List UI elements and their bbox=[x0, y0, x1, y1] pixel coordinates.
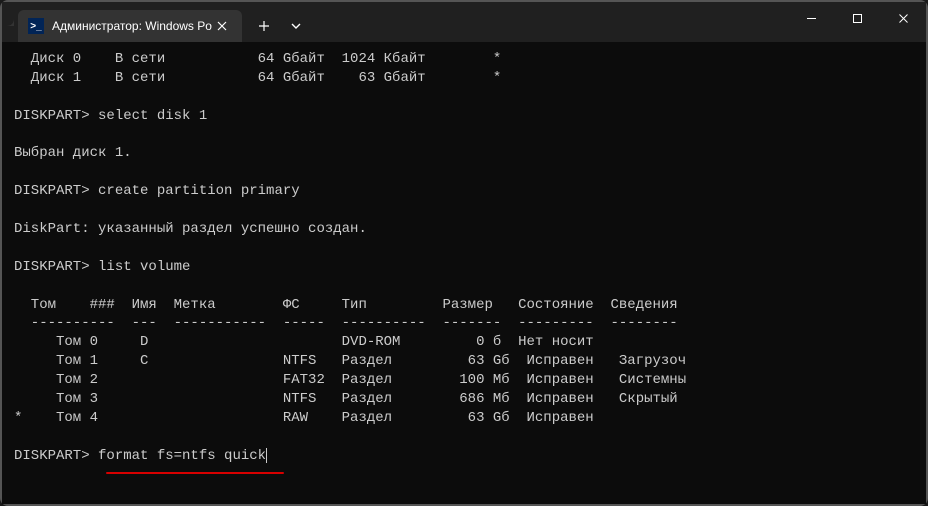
window-controls bbox=[788, 2, 926, 34]
text-cursor bbox=[266, 448, 267, 463]
prompt-prefix: DISKPART> bbox=[14, 448, 98, 464]
table-row: * Том 4 RAW Раздел 63 Gб Исправен bbox=[14, 410, 594, 426]
table-row: Том 3 NTFS Раздел 686 Мб Исправен Скрыты… bbox=[14, 391, 678, 407]
table-row: Том 0 D DVD-ROM 0 б Нет носит bbox=[14, 334, 594, 350]
titlebar: >_ Администратор: Windows Po bbox=[2, 2, 926, 42]
prompt-line: DISKPART> create partition primary bbox=[14, 183, 300, 199]
minimize-button[interactable] bbox=[788, 2, 834, 34]
output-message: DiskPart: указанный раздел успешно созда… bbox=[14, 221, 367, 237]
table-row: Том 2 FAT32 Раздел 100 Мб Исправен Систе… bbox=[14, 372, 686, 388]
tab-dropdown-button[interactable] bbox=[280, 10, 312, 42]
tab-title: Администратор: Windows Po bbox=[52, 19, 212, 33]
maximize-button[interactable] bbox=[834, 2, 880, 34]
close-window-button[interactable] bbox=[880, 2, 926, 34]
annotation-underline bbox=[106, 472, 284, 475]
tab-left-curve bbox=[2, 2, 18, 42]
new-tab-button[interactable] bbox=[248, 10, 280, 42]
table-row: Том 1 C NTFS Раздел 63 Gб Исправен Загру… bbox=[14, 353, 686, 369]
prompt-line: DISKPART> list volume bbox=[14, 259, 190, 275]
disk-row: Диск 0 В сети 64 Gбайт 1024 Кбайт * bbox=[14, 51, 501, 67]
current-command: format fs=ntfs quick bbox=[98, 448, 266, 464]
output-message: Выбран диск 1. bbox=[14, 145, 132, 161]
active-tab[interactable]: >_ Администратор: Windows Po bbox=[18, 10, 242, 42]
close-tab-icon[interactable] bbox=[212, 16, 232, 36]
disk-row: Диск 1 В сети 64 Gбайт 63 Gбайт * bbox=[14, 70, 501, 86]
powershell-icon: >_ bbox=[28, 18, 44, 34]
table-header: Том ### Имя Метка ФС Тип Размер Состояни… bbox=[14, 297, 678, 313]
prompt-line: DISKPART> select disk 1 bbox=[14, 108, 207, 124]
table-divider: ---------- --- ----------- ----- -------… bbox=[14, 315, 678, 331]
terminal-output[interactable]: Диск 0 В сети 64 Gбайт 1024 Кбайт * Диск… bbox=[2, 42, 926, 504]
